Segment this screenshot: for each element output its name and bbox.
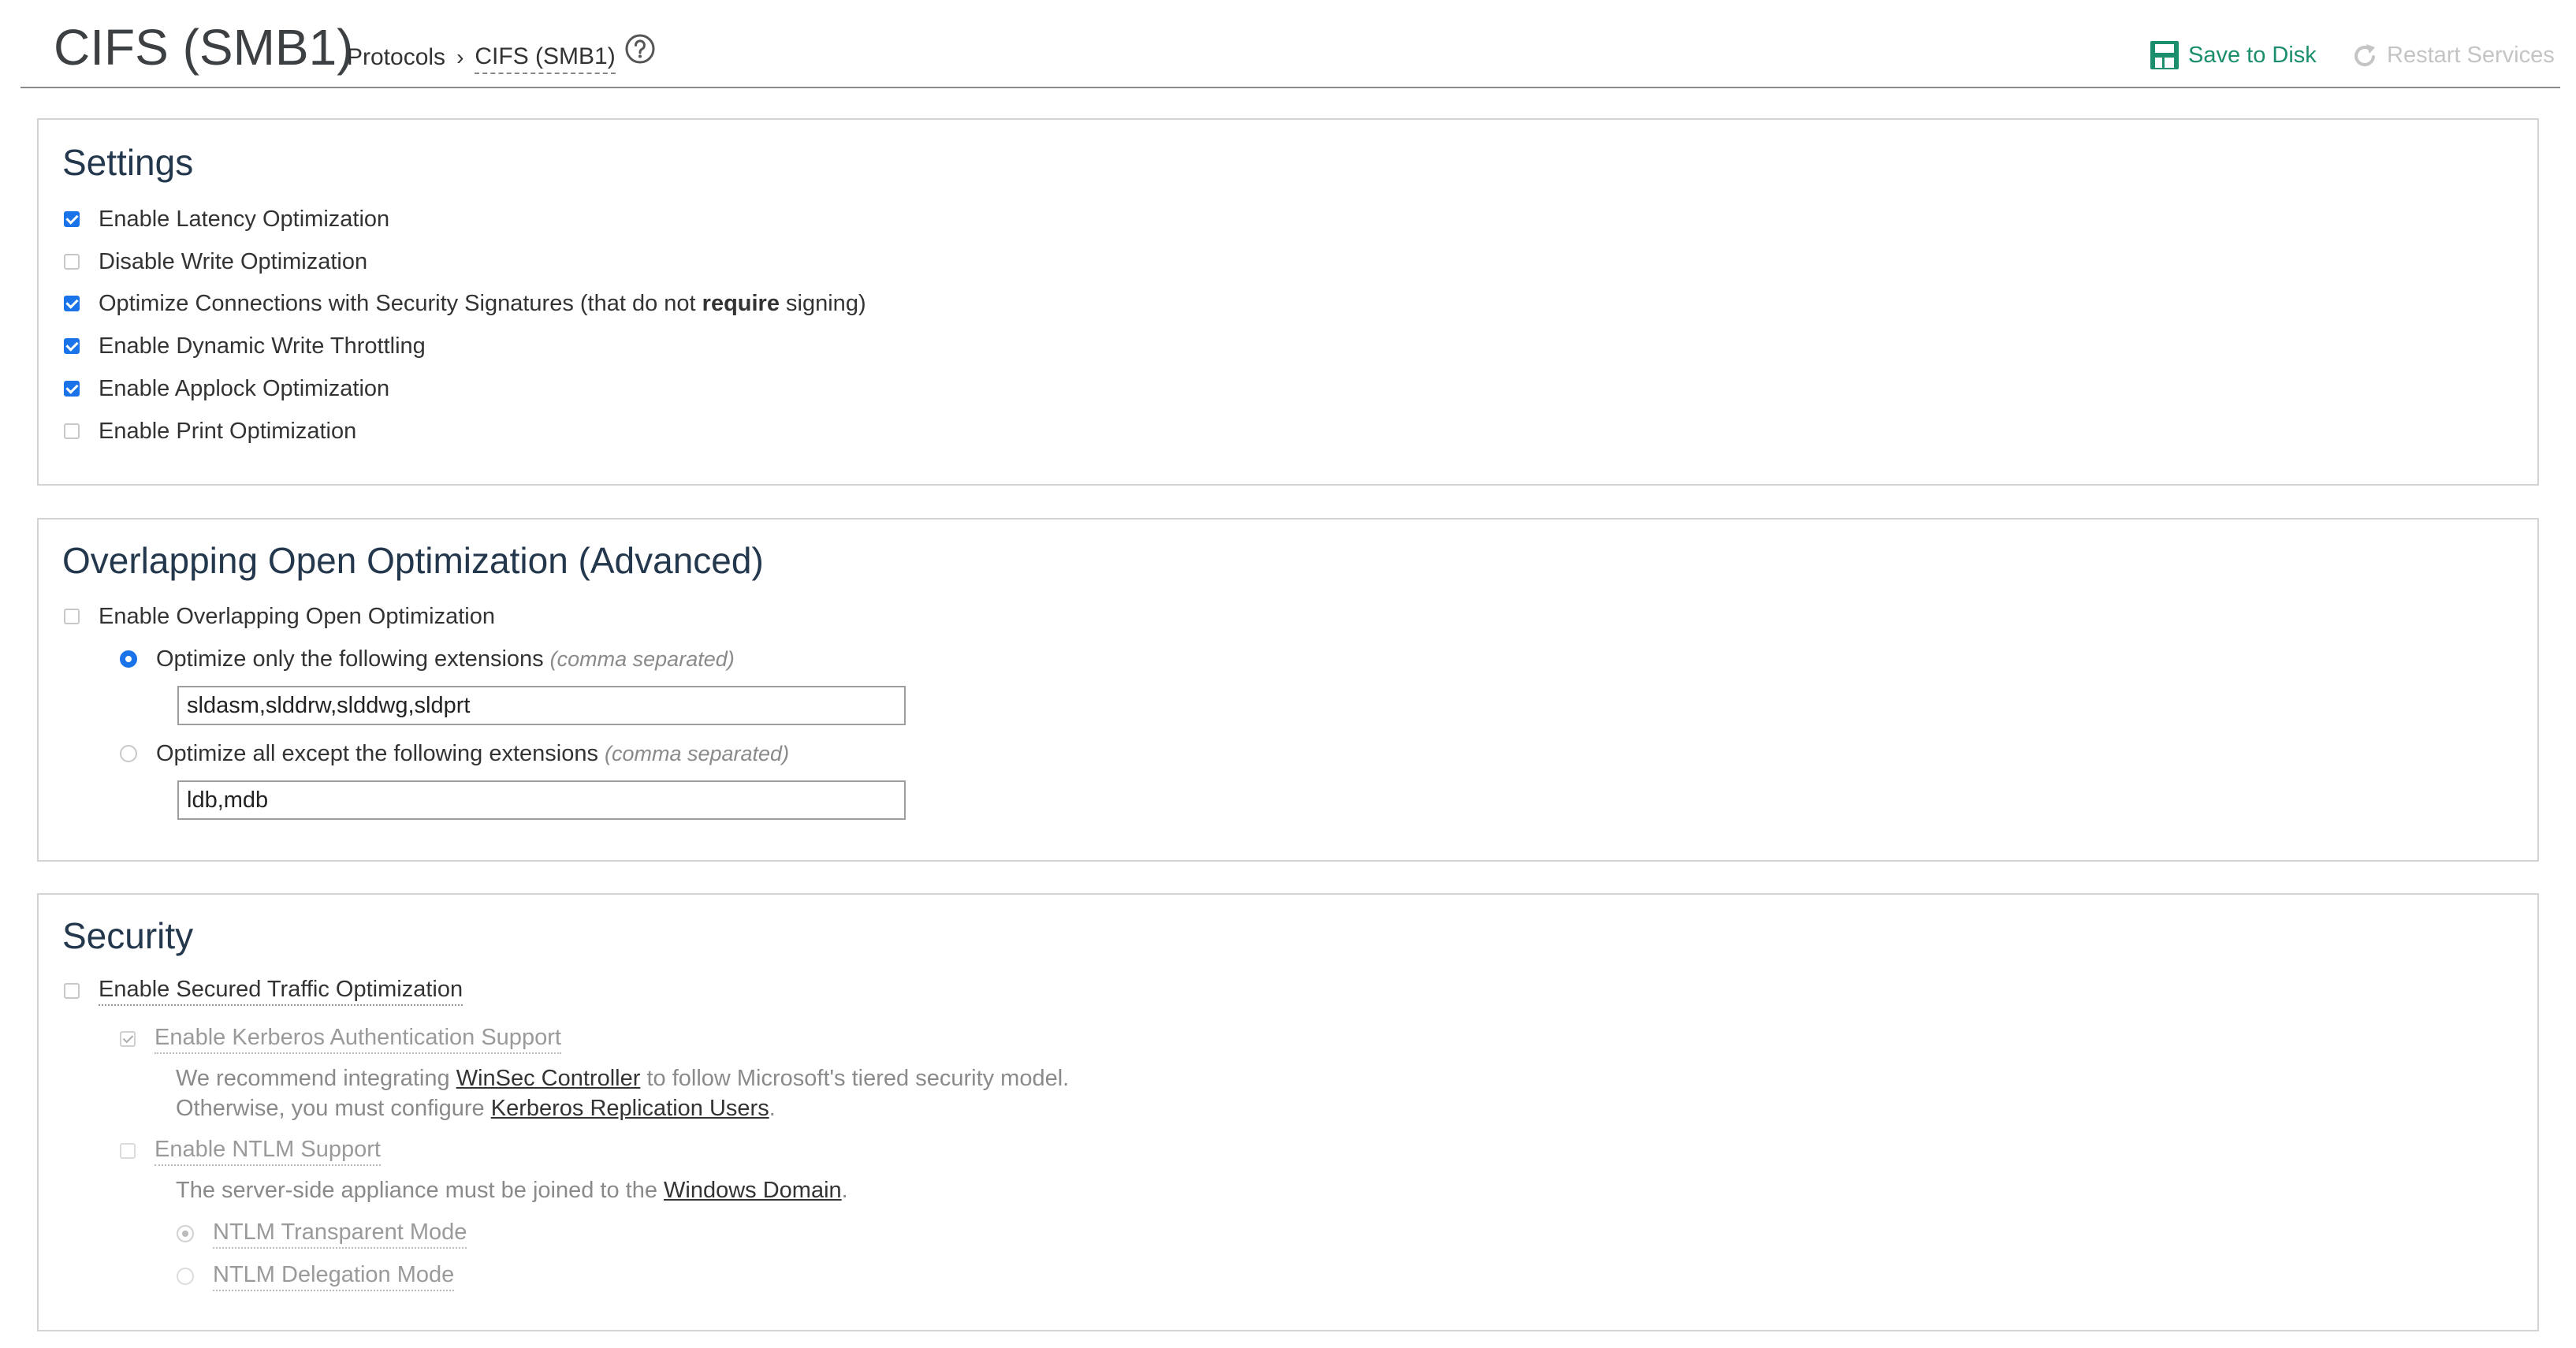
- latency-optimization-label: Enable Latency Optimization: [99, 206, 390, 232]
- kerberos-note1-text: We recommend integrating: [176, 1066, 456, 1091]
- optimize-only-hint: (comma separated): [549, 646, 735, 671]
- ntlm-note-text: The server-side appliance must be joined…: [176, 1178, 664, 1203]
- kerberos-label: Enable Kerberos Authentication Support: [154, 1025, 561, 1054]
- floppy-disk-icon: [2150, 41, 2179, 69]
- kerberos-note1-suffix: to follow Microsoft's tiered security mo…: [640, 1066, 1070, 1091]
- dynamic-write-throttling-checkbox[interactable]: [64, 338, 80, 354]
- security-signatures-option[interactable]: Optimize Connections with Security Signa…: [64, 288, 866, 319]
- enable-overlapping-open-option[interactable]: Enable Overlapping Open Optimization: [64, 601, 495, 632]
- print-optimization-checkbox[interactable]: [64, 423, 80, 439]
- write-optimization-label: Disable Write Optimization: [99, 248, 368, 274]
- ntlm-delegation-label: NTLM Delegation Mode: [213, 1262, 455, 1291]
- applock-optimization-label: Enable Applock Optimization: [99, 375, 390, 401]
- ntlm-transparent-radio[interactable]: [177, 1225, 194, 1242]
- applock-optimization-option[interactable]: Enable Applock Optimization: [64, 373, 389, 404]
- kerberos-replication-users-link[interactable]: Kerberos Replication Users: [491, 1096, 769, 1121]
- ntlm-transparent-option[interactable]: NTLM Transparent Mode: [177, 1218, 467, 1249]
- secured-traffic-label: Enable Secured Traffic Optimization: [99, 977, 463, 1006]
- print-optimization-option[interactable]: Enable Print Optimization: [64, 415, 356, 447]
- optimize-only-extensions-input[interactable]: [177, 686, 906, 725]
- breadcrumb-current[interactable]: CIFS (SMB1): [475, 41, 616, 74]
- ntlm-transparent-label: NTLM Transparent Mode: [213, 1220, 467, 1249]
- save-to-disk-button[interactable]: Save to Disk: [2149, 38, 2317, 73]
- kerberos-note-line1: We recommend integrating WinSec Controll…: [176, 1063, 1069, 1093]
- restart-services-button[interactable]: Restart Services: [2349, 38, 2555, 73]
- save-to-disk-label: Save to Disk: [2188, 42, 2317, 68]
- optimize-except-radio[interactable]: [120, 745, 137, 762]
- overlapping-open-panel: Overlapping Open Optimization (Advanced)…: [37, 518, 2539, 862]
- ntlm-delegation-option[interactable]: NTLM Delegation Mode: [177, 1260, 455, 1292]
- security-signatures-label: Optimize Connections with Security Signa…: [99, 291, 866, 317]
- latency-optimization-option[interactable]: Enable Latency Optimization: [64, 203, 389, 235]
- winsec-controller-link[interactable]: WinSec Controller: [456, 1066, 641, 1091]
- breadcrumb: Protocols › CIFS (SMB1): [347, 41, 616, 74]
- page-title: CIFS (SMB1): [54, 19, 354, 76]
- kerberos-note-line2: Otherwise, you must configure Kerberos R…: [176, 1093, 776, 1123]
- security-title: Security: [62, 915, 194, 956]
- page: CIFS (SMB1) Protocols › CIFS (SMB1) Save…: [0, 0, 2576, 1348]
- dynamic-write-throttling-option[interactable]: Enable Dynamic Write Throttling: [64, 330, 426, 362]
- settings-panel: Settings Enable Latency Optimization Dis…: [37, 118, 2539, 486]
- applock-optimization-checkbox[interactable]: [64, 381, 80, 397]
- optimize-except-hint: (comma separated): [604, 741, 790, 765]
- kerberos-checkbox[interactable]: [120, 1031, 136, 1047]
- overlapping-open-title: Overlapping Open Optimization (Advanced): [62, 540, 764, 581]
- dynamic-write-throttling-label: Enable Dynamic Write Throttling: [99, 333, 426, 359]
- ntlm-label: Enable NTLM Support: [154, 1137, 381, 1166]
- breadcrumb-protocols-link[interactable]: Protocols: [347, 42, 445, 73]
- kerberos-option[interactable]: Enable Kerberos Authentication Support: [120, 1023, 561, 1055]
- question-circle-icon[interactable]: [624, 33, 656, 65]
- windows-domain-link[interactable]: Windows Domain: [664, 1178, 842, 1203]
- optimize-except-label: Optimize all except the following extens…: [156, 740, 598, 766]
- write-optimization-option[interactable]: Disable Write Optimization: [64, 246, 367, 277]
- security-panel: Security Enable Secured Traffic Optimiza…: [37, 893, 2539, 1331]
- secured-traffic-checkbox[interactable]: [64, 983, 80, 999]
- optimize-except-option[interactable]: Optimize all except the following extens…: [120, 738, 789, 769]
- enable-overlapping-open-checkbox[interactable]: [64, 609, 80, 624]
- ntlm-note: The server-side appliance must be joined…: [176, 1175, 848, 1205]
- kerberos-note2-suffix: .: [769, 1096, 776, 1121]
- kerberos-note2-text: Otherwise, you must configure: [176, 1096, 491, 1121]
- security-signatures-text: Optimize Connections with Security Signa…: [99, 290, 702, 316]
- optimize-only-label: Optimize only the following extensions: [156, 646, 544, 672]
- page-header: CIFS (SMB1) Protocols › CIFS (SMB1) Save…: [20, 0, 2560, 88]
- optimize-only-radio[interactable]: [120, 650, 137, 668]
- latency-optimization-checkbox[interactable]: [64, 211, 80, 227]
- optimize-only-option[interactable]: Optimize only the following extensions (…: [120, 643, 735, 675]
- restart-icon: [2355, 44, 2375, 67]
- enable-overlapping-open-label: Enable Overlapping Open Optimization: [99, 603, 495, 629]
- security-signatures-bold: require: [702, 290, 780, 316]
- ntlm-option[interactable]: Enable NTLM Support: [120, 1135, 381, 1167]
- ntlm-delegation-radio[interactable]: [177, 1268, 194, 1285]
- security-signatures-suffix: signing): [779, 290, 866, 316]
- restart-services-label: Restart Services: [2387, 42, 2555, 68]
- secured-traffic-option[interactable]: Enable Secured Traffic Optimization: [64, 975, 463, 1007]
- security-signatures-checkbox[interactable]: [64, 296, 80, 311]
- write-optimization-checkbox[interactable]: [64, 254, 80, 270]
- optimize-except-extensions-input[interactable]: [177, 780, 906, 820]
- settings-title: Settings: [62, 142, 194, 183]
- ntlm-checkbox[interactable]: [120, 1143, 136, 1159]
- ntlm-note-suffix: .: [841, 1178, 848, 1203]
- breadcrumb-separator: ›: [456, 45, 464, 69]
- print-optimization-label: Enable Print Optimization: [99, 418, 357, 444]
